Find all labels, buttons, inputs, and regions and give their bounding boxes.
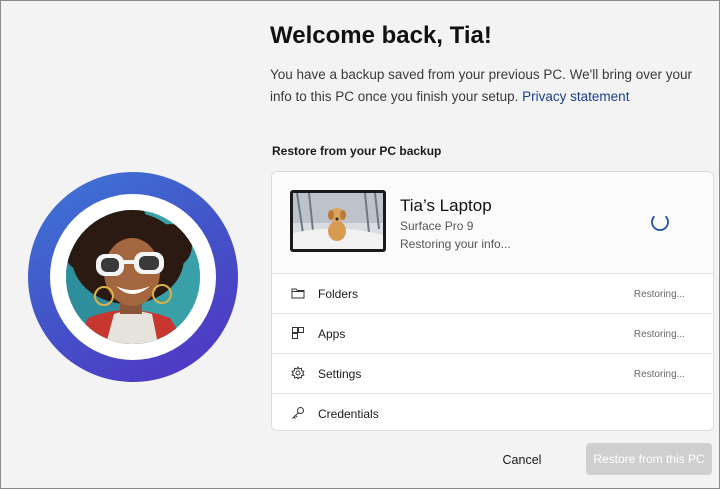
- avatar: [66, 210, 200, 344]
- gear-icon: [291, 366, 305, 380]
- restore-item-label: Settings: [318, 367, 362, 381]
- avatar-border: [50, 194, 216, 360]
- page-description: You have a backup saved from your previo…: [270, 64, 700, 108]
- device-name: Tia’s Laptop: [400, 196, 492, 215]
- restore-item-label: Folders: [318, 287, 359, 301]
- restore-item-apps: Apps Restoring...: [272, 314, 713, 354]
- page-title: Welcome back, Tia!: [270, 22, 492, 49]
- restore-item-status: Restoring...: [633, 329, 685, 340]
- loading-spinner-icon: [651, 213, 669, 231]
- restore-item-folders: Folders Restoring...: [272, 274, 713, 314]
- restore-item-label: Apps: [318, 327, 346, 341]
- restore-item-credentials: Credentials: [272, 394, 713, 430]
- restore-item-label: Credentials: [318, 407, 379, 421]
- privacy-statement-link[interactable]: Privacy statement: [522, 89, 629, 104]
- device-status: Restoring your info...: [400, 237, 511, 251]
- device-model: Surface Pro 9: [400, 219, 474, 233]
- restore-item-settings: Settings Restoring...: [272, 354, 713, 394]
- section-label: Restore from your PC backup: [272, 144, 442, 158]
- avatar-ring: [28, 172, 238, 382]
- backup-card: Tia’s Laptop Surface Pro 9 Restoring you…: [271, 171, 714, 431]
- device-summary: Tia’s Laptop Surface Pro 9 Restoring you…: [272, 172, 713, 274]
- apps-icon: [292, 327, 304, 339]
- restore-item-status: Restoring...: [633, 289, 685, 300]
- cancel-button[interactable]: Cancel: [476, 444, 568, 476]
- restore-item-status: Restoring...: [633, 369, 685, 380]
- key-icon: [292, 407, 304, 419]
- folder-icon: [291, 288, 305, 299]
- device-thumbnail: [290, 190, 386, 252]
- restore-from-this-pc-button[interactable]: Restore from this PC: [586, 443, 712, 475]
